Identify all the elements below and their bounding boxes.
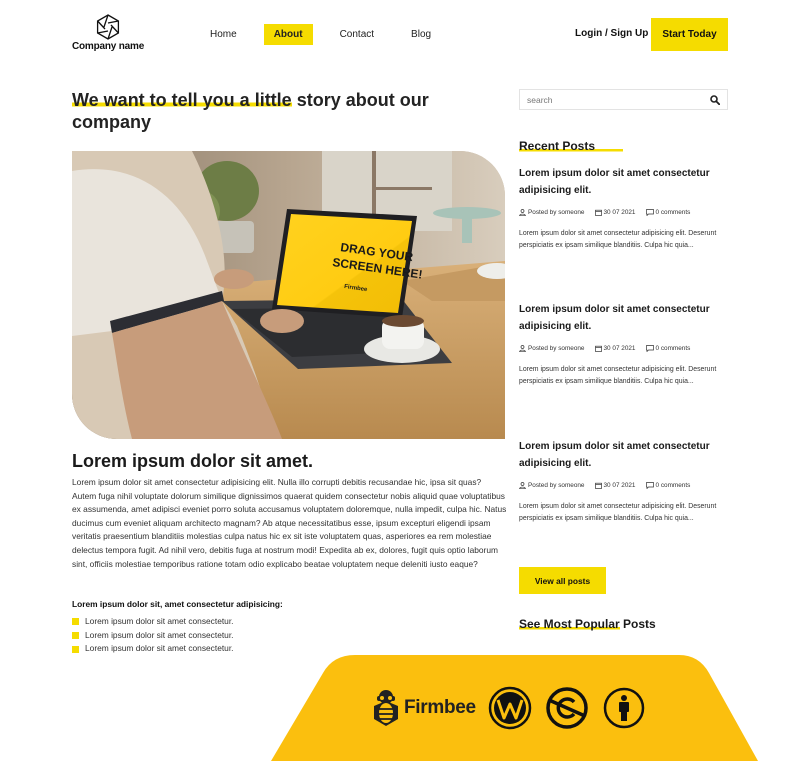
- list-item: Lorem ipsum dolor sit amet consectetur.: [72, 629, 234, 643]
- post-excerpt: Lorem ipsum dolor sit amet consectetur a…: [519, 230, 717, 250]
- recent-post: Lorem ipsum dolor sit amet consectetur a…: [519, 438, 729, 526]
- firmbee-bee-icon: [374, 690, 398, 726]
- post-date: 30 07 2021: [594, 345, 636, 352]
- list-item-text: Lorem ipsum dolor sit amet consectetur.: [85, 629, 234, 640]
- popular-posts-title-rest: Posts: [619, 617, 656, 631]
- calendar-icon: [594, 209, 602, 216]
- page-title: We want to tell you a little story about…: [72, 89, 492, 133]
- post-date-text: 30 07 2021: [603, 209, 636, 216]
- popular-posts-title: See Most Popular Posts: [519, 617, 656, 631]
- post-comments-text: 0 comments: [655, 209, 691, 216]
- user-icon: [519, 345, 526, 352]
- list-item: Lorem ipsum dolor sit amet consectetur.: [72, 642, 234, 656]
- bullet-square-icon: [72, 618, 79, 626]
- user-icon: [519, 482, 526, 489]
- search-box: [519, 89, 728, 110]
- search-input[interactable]: [527, 94, 710, 105]
- bullet-list: Lorem ipsum dolor sit amet consectetur. …: [72, 615, 234, 656]
- post-date-text: 30 07 2021: [603, 482, 636, 489]
- comment-icon: [645, 482, 654, 489]
- post-author-text: Posted by someone: [528, 209, 585, 216]
- body-paragraph: Lorem ipsum dolor sit amet consectetur a…: [72, 477, 507, 569]
- comment-icon: [645, 345, 654, 352]
- post-date: 30 07 2021: [594, 482, 636, 489]
- wordpress-icon[interactable]: [488, 686, 532, 730]
- section-title: Lorem ipsum dolor sit amet.: [72, 451, 314, 471]
- user-icon: [519, 209, 526, 216]
- list-title: Lorem ipsum dolor sit, amet consectetur …: [72, 599, 283, 609]
- post-author-text: Posted by someone: [528, 345, 585, 352]
- post-date-text: 30 07 2021: [603, 345, 636, 352]
- comment-icon: [645, 209, 654, 216]
- calendar-icon: [594, 345, 602, 352]
- recent-posts-title-text: Recent Posts: [519, 139, 624, 153]
- list-item-text: Lorem ipsum dolor sit amet consectetur.: [85, 643, 234, 654]
- post-date: 30 07 2021: [594, 209, 636, 216]
- nav-home[interactable]: Home: [200, 24, 247, 45]
- popular-posts-title-highlight: See Most Popular: [519, 617, 620, 631]
- post-title-link[interactable]: Lorem ipsum dolor sit amet consectetur a…: [519, 301, 729, 335]
- start-today-button[interactable]: Start Today: [651, 18, 728, 51]
- calendar-icon: [594, 482, 602, 489]
- list-item: Lorem ipsum dolor sit amet consectetur.: [72, 615, 234, 629]
- company-name: Company name: [72, 41, 145, 52]
- license-badge: Firmbee: [271, 655, 758, 761]
- post-author: Posted by someone: [519, 482, 585, 489]
- post-comments[interactable]: 0 comments: [645, 482, 691, 489]
- post-comments[interactable]: 0 comments: [645, 345, 691, 352]
- post-comments-text: 0 comments: [655, 482, 691, 489]
- search-icon[interactable]: [710, 94, 720, 105]
- bullet-square-icon: [72, 632, 79, 640]
- post-meta: Posted by someone 30 07 2021 0 comments: [519, 345, 729, 352]
- post-title-link[interactable]: Lorem ipsum dolor sit amet consectetur a…: [519, 165, 729, 199]
- nav-blog[interactable]: Blog: [401, 24, 441, 45]
- nav-contact[interactable]: Contact: [330, 24, 384, 45]
- main-nav: Home About Contact Blog: [200, 24, 458, 45]
- hero-image: DRAG YOUR SCREEN HERE! Firmbee: [72, 151, 505, 439]
- post-comments[interactable]: 0 comments: [645, 209, 691, 216]
- bullet-square-icon: [72, 645, 79, 653]
- hexagon-logo-icon: [96, 14, 120, 40]
- post-author: Posted by someone: [519, 345, 585, 352]
- company-logo[interactable]: Company name: [72, 14, 144, 52]
- post-meta: Posted by someone 30 07 2021 0 comments: [519, 209, 729, 216]
- no-copyright-icon[interactable]: [545, 686, 589, 730]
- post-title-link[interactable]: Lorem ipsum dolor sit amet consectetur a…: [519, 438, 729, 472]
- site-header: Company name Home About Contact Blog Log…: [0, 0, 800, 70]
- recent-post: Lorem ipsum dolor sit amet consectetur a…: [519, 165, 729, 253]
- post-meta: Posted by someone 30 07 2021 0 comments: [519, 482, 729, 489]
- attribution-person-icon[interactable]: [602, 686, 646, 730]
- firmbee-logo[interactable]: Firmbee: [371, 688, 476, 728]
- view-all-posts-button[interactable]: View all posts: [519, 567, 606, 594]
- recent-post: Lorem ipsum dolor sit amet consectetur a…: [519, 301, 729, 389]
- login-signup-link[interactable]: Login / Sign Up: [575, 28, 648, 39]
- post-excerpt: Lorem ipsum dolor sit amet consectetur a…: [519, 366, 717, 386]
- post-excerpt: Lorem ipsum dolor sit amet consectetur a…: [519, 503, 717, 523]
- recent-posts-title: Recent Posts: [519, 139, 624, 153]
- page-title-highlight: We want to tell you a little: [72, 90, 292, 110]
- nav-about[interactable]: About: [263, 24, 313, 45]
- post-author: Posted by someone: [519, 209, 585, 216]
- post-author-text: Posted by someone: [528, 482, 585, 489]
- post-comments-text: 0 comments: [655, 345, 691, 352]
- firmbee-brand-text: Firmbee: [404, 697, 476, 718]
- list-item-text: Lorem ipsum dolor sit amet consectetur.: [85, 616, 234, 626]
